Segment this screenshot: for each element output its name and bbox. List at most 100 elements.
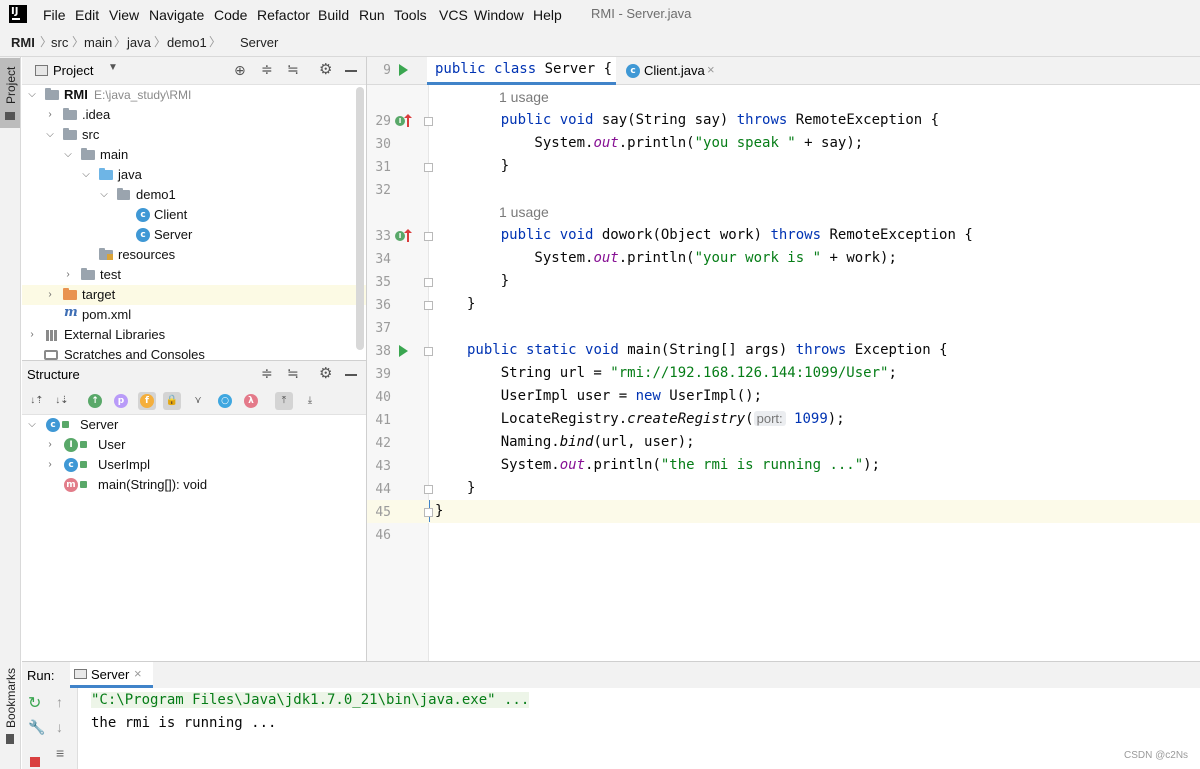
chevron-right-icon[interactable]: › bbox=[44, 285, 56, 305]
code-line[interactable]: public void dowork(Object work) throws R… bbox=[467, 227, 973, 243]
chevron-down-icon[interactable]: ⌵ bbox=[26, 415, 38, 435]
chevron-down-icon[interactable]: ⌵ bbox=[80, 165, 92, 185]
tree-item-idea[interactable]: › .idea bbox=[22, 105, 366, 125]
locate-file-icon[interactable]: ⊕ bbox=[234, 62, 246, 79]
run-tab-server[interactable]: Server × bbox=[70, 662, 153, 688]
tree-item-server[interactable]: c Server bbox=[22, 225, 366, 245]
menu-file[interactable]: File bbox=[43, 0, 66, 30]
chevron-right-icon[interactable]: › bbox=[44, 435, 56, 455]
tree-item-demo1[interactable]: ⌵ demo1 bbox=[22, 185, 366, 205]
chevron-right-icon[interactable]: › bbox=[62, 265, 74, 285]
menu-view[interactable]: View bbox=[109, 0, 139, 30]
gear-icon[interactable]: ⚙ bbox=[319, 364, 332, 382]
code-line[interactable]: UserImpl user = new UserImpl(); bbox=[467, 388, 762, 404]
soft-wrap-icon[interactable]: ≡ bbox=[56, 745, 64, 761]
wrench-icon[interactable]: 🔧 bbox=[28, 719, 45, 736]
chevron-down-icon[interactable]: ▼ bbox=[108, 62, 118, 73]
autoscroll-to-source-icon[interactable]: ⤒ bbox=[275, 392, 293, 410]
breadcrumb-src[interactable]: src bbox=[51, 30, 68, 57]
project-panel-title[interactable]: Project bbox=[53, 63, 93, 78]
breadcrumb-server[interactable]: Server bbox=[240, 30, 278, 57]
tab-client-java[interactable]: c Client.java × bbox=[622, 57, 722, 85]
hide-panel-icon[interactable] bbox=[345, 70, 357, 72]
breadcrumb-demo1[interactable]: demo1 bbox=[167, 30, 207, 57]
bookmarks-tool-window-button[interactable]: Bookmarks bbox=[0, 668, 20, 748]
tree-item-scratches[interactable]: Scratches and Consoles bbox=[22, 345, 366, 360]
sort-alphabetically-icon[interactable]: ↓⇣ bbox=[53, 392, 71, 410]
tree-item-resources[interactable]: resources bbox=[22, 245, 366, 265]
code-line[interactable]: } bbox=[467, 273, 509, 289]
project-tool-window-button[interactable]: Project bbox=[0, 58, 20, 128]
menu-help[interactable]: Help bbox=[533, 0, 562, 30]
chevron-right-icon[interactable]: › bbox=[26, 325, 38, 345]
menu-edit[interactable]: Edit bbox=[75, 0, 99, 30]
menu-window[interactable]: Window bbox=[474, 0, 524, 30]
code-line[interactable]: System.out.println("you speak " + say); bbox=[467, 135, 863, 151]
structure-item-main[interactable]: m main(String[]): void bbox=[22, 475, 366, 495]
tree-item-pom[interactable]: m pom.xml bbox=[22, 305, 366, 325]
breadcrumb-project[interactable]: RMI bbox=[11, 30, 35, 57]
down-arrow-icon[interactable]: ↓ bbox=[56, 719, 63, 735]
tree-item-java[interactable]: ⌵ java bbox=[22, 165, 366, 185]
code-line[interactable]: System.out.println("the rmi is running .… bbox=[467, 457, 880, 473]
run-gutter-icon[interactable] bbox=[399, 345, 408, 357]
code-line[interactable]: } bbox=[467, 296, 475, 312]
expand-all-icon[interactable]: ≑ bbox=[261, 61, 273, 78]
tree-item-rmi[interactable]: ⌵ RMI E:\java_study\RMI bbox=[22, 85, 366, 105]
expand-all-icon[interactable]: ≑ bbox=[261, 365, 273, 382]
menu-navigate[interactable]: Navigate bbox=[149, 0, 204, 30]
breadcrumb-main[interactable]: main bbox=[84, 30, 112, 57]
chevron-right-icon[interactable]: › bbox=[44, 455, 56, 475]
show-properties-icon[interactable]: p bbox=[114, 394, 128, 408]
breadcrumb-java[interactable]: java bbox=[127, 30, 151, 57]
show-lambdas-icon[interactable]: λ bbox=[244, 394, 258, 408]
chevron-down-icon[interactable]: ⌵ bbox=[44, 125, 56, 145]
close-icon[interactable]: × bbox=[134, 666, 142, 681]
sticky-class-header[interactable]: public class Server { bbox=[435, 61, 612, 77]
code-line[interactable]: public void say(String say) throws Remot… bbox=[467, 112, 939, 128]
run-gutter-icon[interactable] bbox=[399, 64, 408, 76]
rerun-icon[interactable]: ↻ bbox=[28, 693, 41, 713]
fold-marker-icon[interactable] bbox=[424, 301, 433, 310]
fold-marker-icon[interactable] bbox=[424, 163, 433, 172]
show-anonymous-icon[interactable]: ○ bbox=[218, 394, 232, 408]
tree-item-external-libraries[interactable]: › External Libraries bbox=[22, 325, 366, 345]
show-inherited-icon[interactable]: ↑ bbox=[88, 394, 102, 408]
tree-item-target[interactable]: › target bbox=[22, 285, 366, 305]
chevron-down-icon[interactable]: ⌵ bbox=[62, 145, 74, 165]
code-line[interactable]: Naming.bind(url, user); bbox=[467, 434, 695, 450]
usage-hint[interactable]: 1 usage bbox=[499, 89, 549, 105]
code-line[interactable]: } bbox=[467, 480, 475, 496]
menu-run[interactable]: Run bbox=[359, 0, 385, 30]
menu-refactor[interactable]: Refactor bbox=[257, 0, 310, 30]
fold-marker-icon[interactable] bbox=[424, 117, 433, 126]
close-icon[interactable]: × bbox=[707, 62, 715, 77]
menu-tools[interactable]: Tools bbox=[394, 0, 427, 30]
group-by-icon[interactable]: ⋎ bbox=[189, 392, 207, 410]
autoscroll-from-source-icon[interactable]: ⤓ bbox=[301, 392, 319, 410]
menu-vcs[interactable]: VCS bbox=[439, 0, 468, 30]
tree-item-test[interactable]: › test bbox=[22, 265, 366, 285]
chevron-down-icon[interactable]: ⌵ bbox=[98, 185, 110, 205]
tree-item-client[interactable]: c Client bbox=[22, 205, 366, 225]
structure-item-user[interactable]: › I User bbox=[22, 435, 366, 455]
project-scrollbar[interactable] bbox=[356, 87, 364, 350]
menu-code[interactable]: Code bbox=[214, 0, 247, 30]
collapse-all-icon[interactable]: ≒ bbox=[287, 365, 299, 382]
show-non-public-icon[interactable]: 🔒 bbox=[163, 392, 181, 410]
structure-item-server[interactable]: ⌵ c Server bbox=[22, 415, 366, 435]
fold-marker-icon[interactable] bbox=[424, 278, 433, 287]
stop-icon[interactable] bbox=[30, 757, 40, 767]
up-arrow-icon[interactable]: ↑ bbox=[56, 694, 63, 710]
code-line[interactable]: String url = "rmi://192.168.126.144:1099… bbox=[467, 365, 897, 381]
chevron-down-icon[interactable]: ⌵ bbox=[26, 85, 38, 105]
code-line[interactable]: } bbox=[435, 503, 443, 519]
fold-marker-icon[interactable] bbox=[424, 232, 433, 241]
fold-marker-icon[interactable] bbox=[424, 485, 433, 494]
code-line[interactable]: LocateRegistry.createRegistry(port: 1099… bbox=[467, 411, 845, 427]
structure-item-userimpl[interactable]: › c UserImpl bbox=[22, 455, 366, 475]
hide-panel-icon[interactable] bbox=[345, 374, 357, 376]
gear-icon[interactable]: ⚙ bbox=[319, 60, 332, 78]
menu-build[interactable]: Build bbox=[318, 0, 349, 30]
tree-item-src[interactable]: ⌵ src bbox=[22, 125, 366, 145]
